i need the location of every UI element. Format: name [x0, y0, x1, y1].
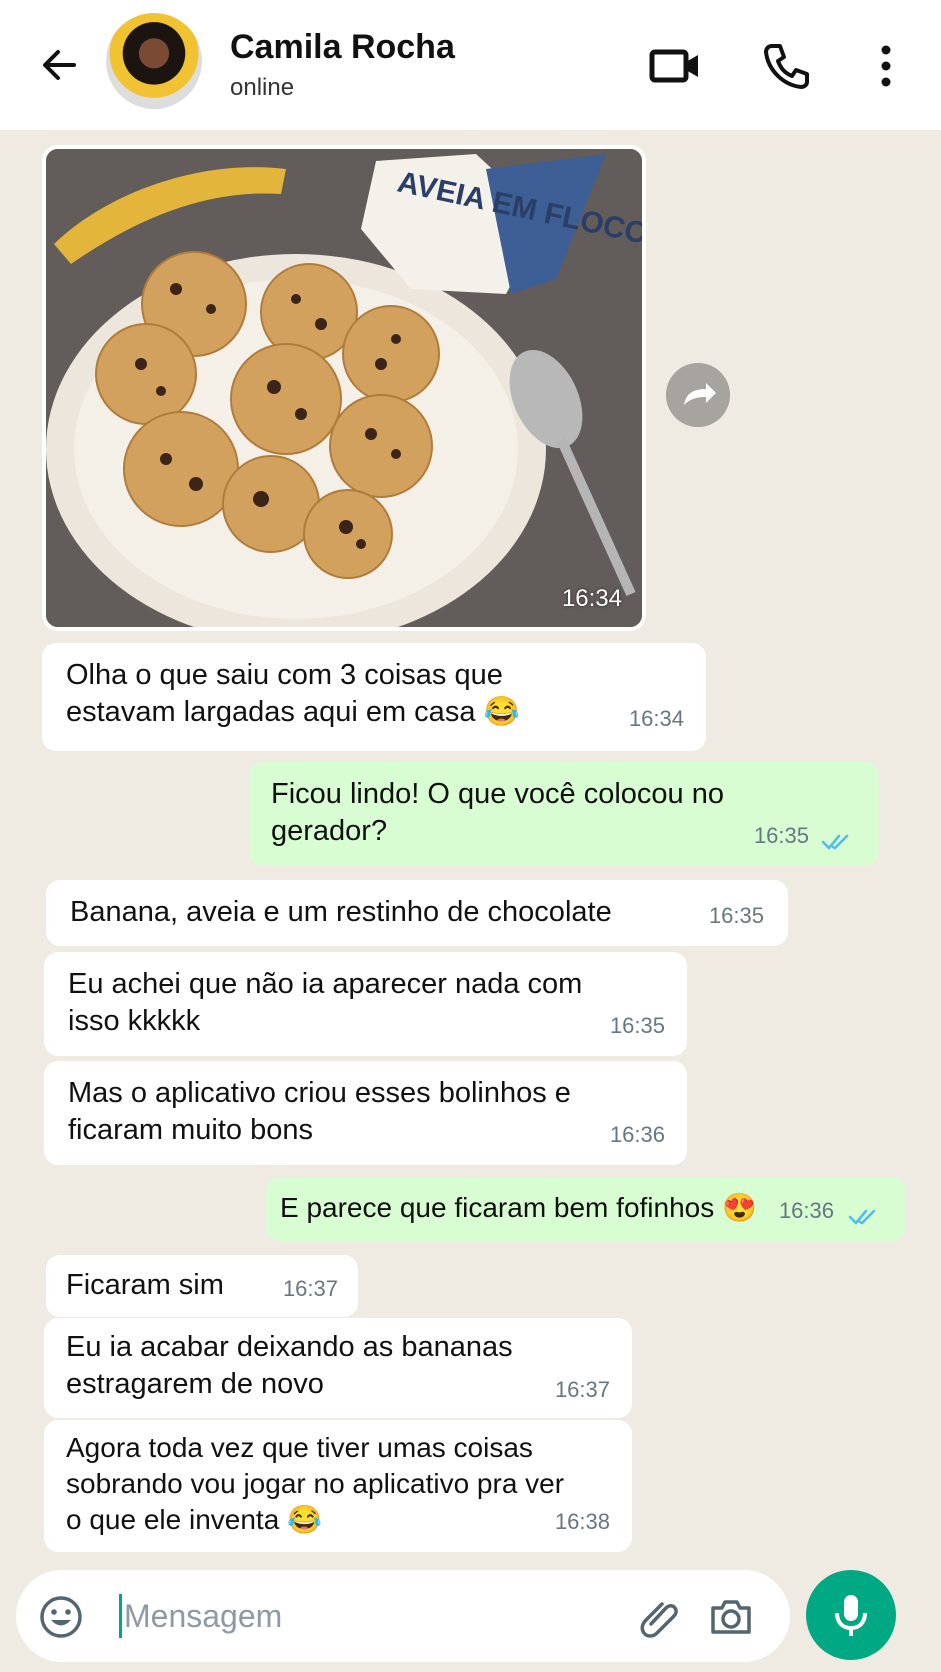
image-timestamp: 16:34 — [561, 585, 622, 612]
message-text: Ficaram sim — [66, 1269, 224, 1301]
more-options-icon[interactable] — [858, 38, 914, 94]
forward-icon[interactable] — [666, 363, 730, 427]
message-bubble[interactable]: Eu ia acabar deixando as bananas estraga… — [44, 1318, 632, 1418]
message-text: Mas o aplicativo criou esses bolinhos e … — [68, 1077, 571, 1146]
attach-icon[interactable] — [636, 1594, 682, 1640]
message-time: 16:35 — [708, 903, 764, 928]
message-text: Ficou lindo! O que você colocou no gerad… — [271, 778, 724, 847]
text-cursor — [119, 1594, 122, 1638]
message-time: 16:36 — [778, 1198, 834, 1223]
message-time: 16:36 — [609, 1122, 665, 1147]
message-bubble[interactable]: Ficou lindo! O que você colocou no gerad… — [249, 762, 879, 866]
contact-status: online — [230, 74, 295, 101]
message-time: 16:37 — [554, 1377, 610, 1402]
read-ticks-icon — [821, 834, 849, 850]
message-text: Banana, aveia e um restinho de chocolate — [70, 896, 612, 928]
message-bubble[interactable]: Banana, aveia e um restinho de chocolate… — [46, 880, 788, 946]
message-bubble[interactable]: Olha o que saiu com 3 coisas que estavam… — [42, 643, 706, 751]
mic-button[interactable] — [806, 1570, 896, 1660]
message-time: 16:35 — [609, 1013, 665, 1038]
video-call-icon[interactable] — [648, 38, 704, 94]
contact-name[interactable]: Camila Rocha — [230, 28, 455, 67]
read-ticks-icon — [848, 1209, 876, 1225]
message-bubble[interactable]: Agora toda vez que tiver umas coisas sob… — [44, 1420, 632, 1552]
chat-header: Camila Rocha online — [0, 0, 941, 131]
message-bubble[interactable]: Ficaram sim 16:37 — [46, 1255, 358, 1317]
message-time: 16:34 — [628, 706, 684, 731]
message-composer[interactable]: Mensagem — [16, 1570, 790, 1662]
camera-icon[interactable] — [708, 1594, 754, 1640]
mic-icon — [835, 1595, 867, 1636]
muffin-photo[interactable]: AVEIA EM FLOCOS 16:34 — [46, 149, 642, 627]
message-time: 16:35 — [753, 823, 809, 848]
message-input[interactable]: Mensagem — [124, 1598, 282, 1635]
message-time: 16:37 — [282, 1276, 338, 1301]
message-time: 16:38 — [554, 1509, 610, 1534]
message-bubble[interactable]: Eu achei que não ia aparecer nada com is… — [44, 952, 687, 1056]
phone-call-icon[interactable] — [758, 38, 814, 94]
message-text: Agora toda vez que tiver umas coisas sob… — [66, 1432, 565, 1535]
message-text: Eu achei que não ia aparecer nada com is… — [68, 968, 583, 1037]
emoji-icon[interactable] — [38, 1594, 84, 1640]
message-text: Olha o que saiu com 3 coisas que estavam… — [66, 659, 520, 728]
avatar[interactable] — [106, 13, 202, 109]
message-text: E parece que ficaram bem fofinhos 😍 — [280, 1192, 757, 1223]
back-arrow-icon[interactable] — [34, 40, 84, 90]
message-bubble[interactable]: Mas o aplicativo criou esses bolinhos e … — [44, 1061, 687, 1165]
message-bubble[interactable]: E parece que ficaram bem fofinhos 😍 16:3… — [266, 1177, 906, 1241]
message-text: Eu ia acabar deixando as bananas estraga… — [66, 1331, 513, 1400]
photo-illustration: AVEIA EM FLOCOS — [46, 149, 642, 627]
image-message[interactable]: AVEIA EM FLOCOS 16:34 — [42, 145, 646, 631]
